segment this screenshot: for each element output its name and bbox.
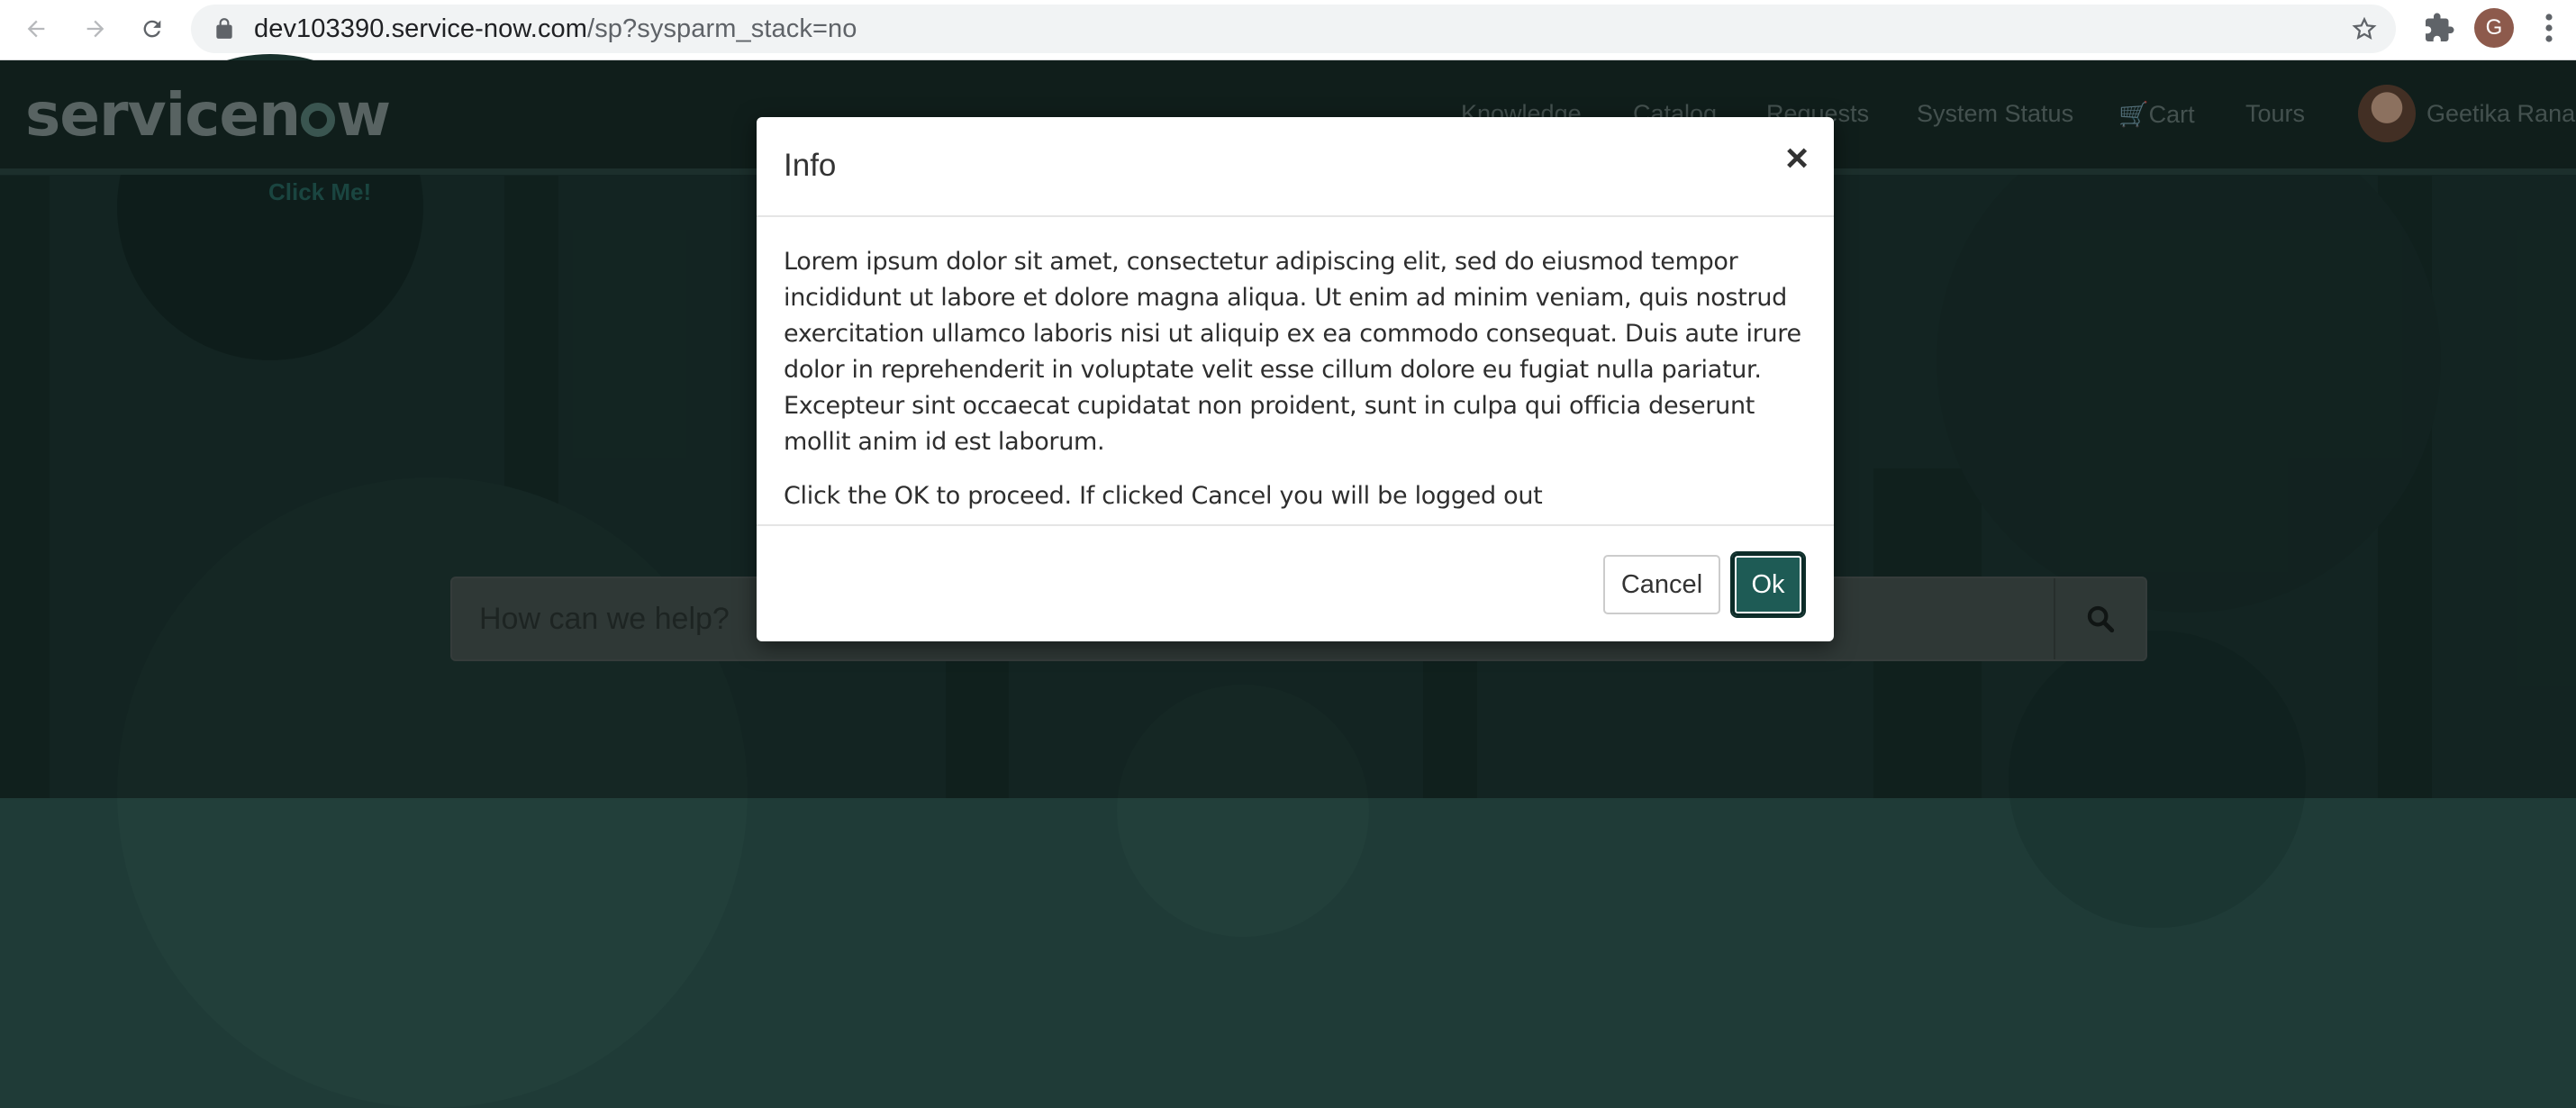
url-text: dev103390.service-now.com/sp?sysparm_sta… [254, 14, 857, 43]
star-icon[interactable] [2351, 15, 2378, 42]
ok-button[interactable]: Ok [1730, 551, 1806, 618]
browser-toolbar: dev103390.service-now.com/sp?sysparm_sta… [0, 0, 2576, 60]
kebab-menu-icon[interactable] [2540, 12, 2558, 44]
lock-icon [216, 18, 232, 39]
browser-profile-avatar[interactable]: G [2474, 8, 2514, 48]
close-icon[interactable]: × [1785, 139, 1809, 178]
modal-body: Lorem ipsum dolor sit amet, consectetur … [784, 244, 1810, 532]
back-icon[interactable] [16, 9, 56, 49]
modal-instruction-text: Click the OK to proceed. If clicked Canc… [784, 482, 1543, 510]
modal-title: Info [784, 148, 837, 183]
modal-header: Info × [757, 117, 1834, 217]
info-modal: Info × Lorem ipsum dolor sit amet, conse… [757, 117, 1834, 641]
modal-footer: Cancel Ok [757, 524, 1834, 641]
forward-icon[interactable] [76, 9, 115, 49]
modal-body-text: Lorem ipsum dolor sit amet, consectetur … [784, 248, 1801, 456]
reload-icon[interactable] [132, 9, 172, 49]
cancel-button[interactable]: Cancel [1603, 555, 1720, 614]
extensions-icon[interactable] [2423, 12, 2455, 44]
address-bar[interactable]: dev103390.service-now.com/sp?sysparm_sta… [191, 5, 2396, 53]
